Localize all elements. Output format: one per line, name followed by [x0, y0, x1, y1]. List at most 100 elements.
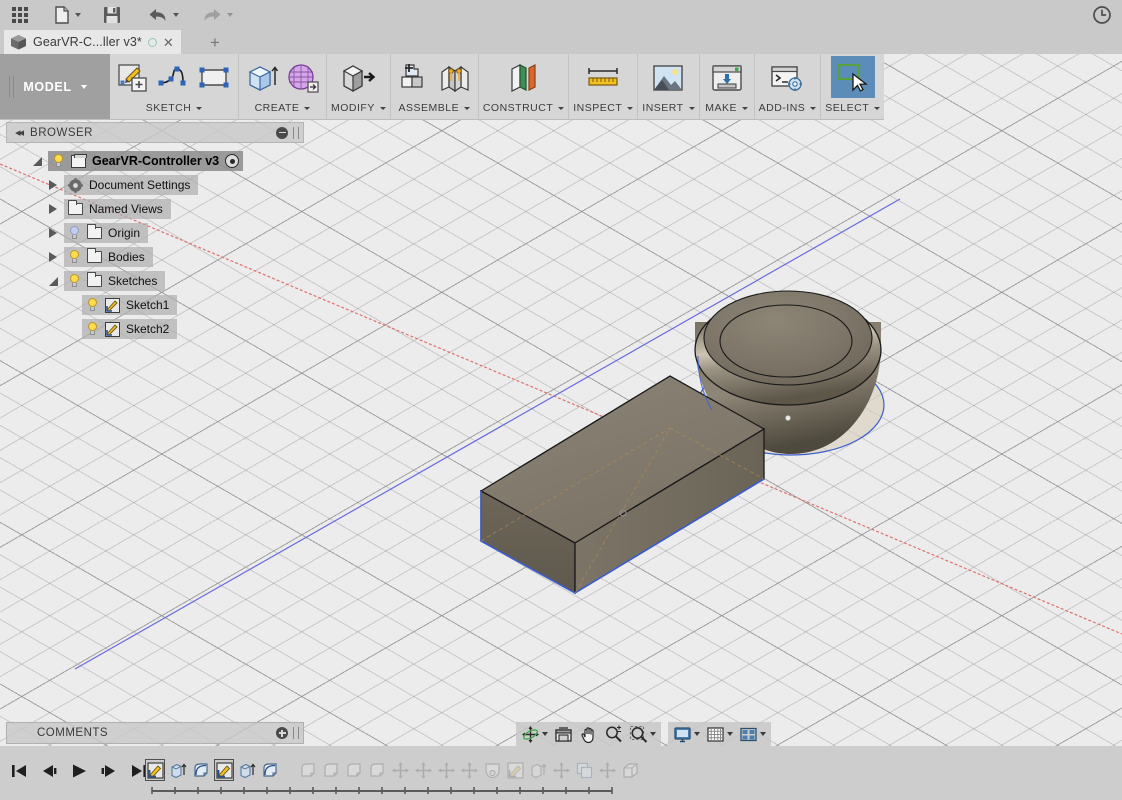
timeline-fillet-feature[interactable] [297, 758, 319, 782]
timeline-fillet-feature[interactable] [320, 758, 342, 782]
display-settings-button[interactable] [670, 722, 703, 746]
visibility-bulb-icon[interactable] [68, 226, 81, 240]
ribbon-panel-label[interactable]: ASSEMBLE [399, 98, 471, 118]
resize-grip-icon[interactable] [293, 126, 299, 139]
ribbon-panel-label[interactable]: MAKE [705, 98, 748, 118]
timeline-revolve-feature[interactable] [481, 758, 503, 782]
timeline-sketch-feature[interactable] [213, 758, 235, 782]
select-tool[interactable] [830, 56, 875, 98]
tree-node-document-settings[interactable]: Document Settings [6, 173, 304, 197]
visibility-bulb-icon[interactable] [86, 322, 99, 336]
new-document-button[interactable] [46, 0, 89, 30]
timeline-move-feature[interactable] [435, 758, 457, 782]
new-component-tool[interactable] [395, 58, 433, 98]
expand-triangle[interactable] [26, 156, 48, 166]
timeline-move-feature[interactable] [550, 758, 572, 782]
comments-panel[interactable]: COMMENTS [6, 722, 304, 744]
scripts-and-addins-tool[interactable] [764, 58, 810, 98]
go-to-beginning-button[interactable] [8, 760, 30, 782]
step-back-button[interactable] [38, 760, 60, 782]
play-button[interactable] [68, 760, 90, 782]
timeline-extrude-feature[interactable] [236, 758, 258, 782]
ribbon-panel-label[interactable]: SELECT [825, 98, 881, 118]
orbit-tool[interactable] [518, 722, 551, 746]
ribbon-panel-label[interactable]: CONSTRUCT [483, 98, 565, 118]
pan-tool[interactable] [576, 722, 601, 746]
zoom-tool[interactable] [601, 722, 626, 746]
tree-node-named-views[interactable]: Named Views [6, 197, 304, 221]
create-sketch-tool[interactable] [114, 58, 152, 98]
browser-tree[interactable]: GearVR-Controller v3 Document Settings N… [6, 143, 304, 341]
minimize-icon[interactable] [276, 126, 288, 139]
browser-header[interactable]: ◂◂ BROWSER [6, 122, 304, 143]
activate-component-icon[interactable] [225, 154, 240, 168]
undo-button[interactable] [139, 0, 187, 30]
visibility-bulb-icon[interactable] [68, 274, 81, 288]
collapse-panel-icon[interactable]: ◂◂ [11, 126, 30, 139]
document-tab-bar[interactable]: GearVR-C...ller v3* ✕ + [0, 30, 1122, 54]
timeline-bar[interactable] [0, 746, 1122, 800]
redo-button[interactable] [193, 0, 241, 30]
ribbon-toolbar[interactable]: MODEL SKETCH CREATE MODIFY ASSEMBLE CONS… [0, 54, 885, 120]
press-pull-tool[interactable] [335, 58, 381, 98]
timeline-extrude-feature[interactable] [167, 758, 189, 782]
job-status-clock-icon[interactable] [1092, 0, 1112, 30]
rectangle-tool[interactable] [196, 58, 234, 98]
ribbon-panel-label[interactable]: MODIFY [331, 98, 386, 118]
timeline-features[interactable] [144, 758, 641, 782]
timeline-move-feature[interactable] [458, 758, 480, 782]
view-navigation-bar[interactable] [516, 722, 771, 746]
viewports-button[interactable] [736, 722, 769, 746]
timeline-fillet-feature[interactable] [366, 758, 388, 782]
timeline-combine-feature[interactable] [619, 758, 641, 782]
timeline-sketch-feature[interactable] [144, 758, 166, 782]
timeline-fillet-feature[interactable] [190, 758, 212, 782]
look-at-tool[interactable] [551, 722, 576, 746]
grid-and-snaps-button[interactable] [703, 722, 736, 746]
tree-node-origin[interactable]: Origin [6, 221, 304, 245]
ribbon-panel-label[interactable]: CREATE [255, 98, 311, 118]
expand-triangle[interactable] [42, 252, 64, 262]
resize-grip-icon[interactable] [293, 727, 299, 739]
tree-node-bodies[interactable]: Bodies [6, 245, 304, 269]
3d-print-tool[interactable] [704, 58, 750, 98]
tree-node-sketches[interactable]: Sketches [6, 269, 304, 293]
create-form-tool[interactable] [284, 58, 322, 98]
visibility-bulb-icon[interactable] [68, 250, 81, 264]
workspace-switcher-button[interactable]: MODEL [0, 54, 110, 119]
timeline-move-feature[interactable] [596, 758, 618, 782]
timeline-playback-controls[interactable] [8, 760, 150, 782]
timeline-extrude-feature[interactable] [527, 758, 549, 782]
expand-triangle[interactable] [42, 276, 64, 286]
spline-tool[interactable] [155, 58, 193, 98]
visibility-bulb-icon[interactable] [86, 298, 99, 312]
expand-triangle[interactable] [42, 228, 64, 238]
save-button[interactable] [95, 0, 129, 30]
insert-canvas-tool[interactable] [645, 58, 691, 98]
timeline-move-feature[interactable] [412, 758, 434, 782]
new-tab-button[interactable]: + [203, 30, 227, 54]
expand-triangle[interactable] [42, 180, 64, 190]
add-comment-icon[interactable] [276, 727, 288, 739]
expand-triangle[interactable] [42, 204, 64, 214]
timeline-fillet-feature[interactable] [343, 758, 365, 782]
tree-node-sketch1[interactable]: Sketch1 [6, 293, 304, 317]
visibility-bulb-icon[interactable] [52, 154, 65, 168]
quick-access-toolbar[interactable] [0, 0, 1122, 30]
timeline-move-feature[interactable] [389, 758, 411, 782]
timeline-fillet-feature[interactable] [259, 758, 281, 782]
app-grid-icon[interactable] [0, 0, 36, 30]
ribbon-panel-label[interactable]: SKETCH [146, 98, 203, 118]
ribbon-panel-label[interactable]: INSPECT [573, 98, 634, 118]
extrude-tool[interactable] [243, 58, 281, 98]
ribbon-panel-label[interactable]: INSERT [642, 98, 695, 118]
tree-node-sketch2[interactable]: Sketch2 [6, 317, 304, 341]
close-icon[interactable]: ✕ [163, 36, 174, 49]
offset-plane-tool[interactable] [501, 58, 547, 98]
timeline-ruler[interactable] [0, 787, 1122, 797]
document-tab[interactable]: GearVR-C...ller v3* ✕ [4, 30, 181, 54]
tree-node-root[interactable]: GearVR-Controller v3 [6, 149, 304, 173]
browser-panel[interactable]: ◂◂ BROWSER GearVR-Controller v3 Document… [6, 122, 304, 341]
timeline-sketch-feature[interactable] [504, 758, 526, 782]
timeline-copy-feature[interactable] [573, 758, 595, 782]
